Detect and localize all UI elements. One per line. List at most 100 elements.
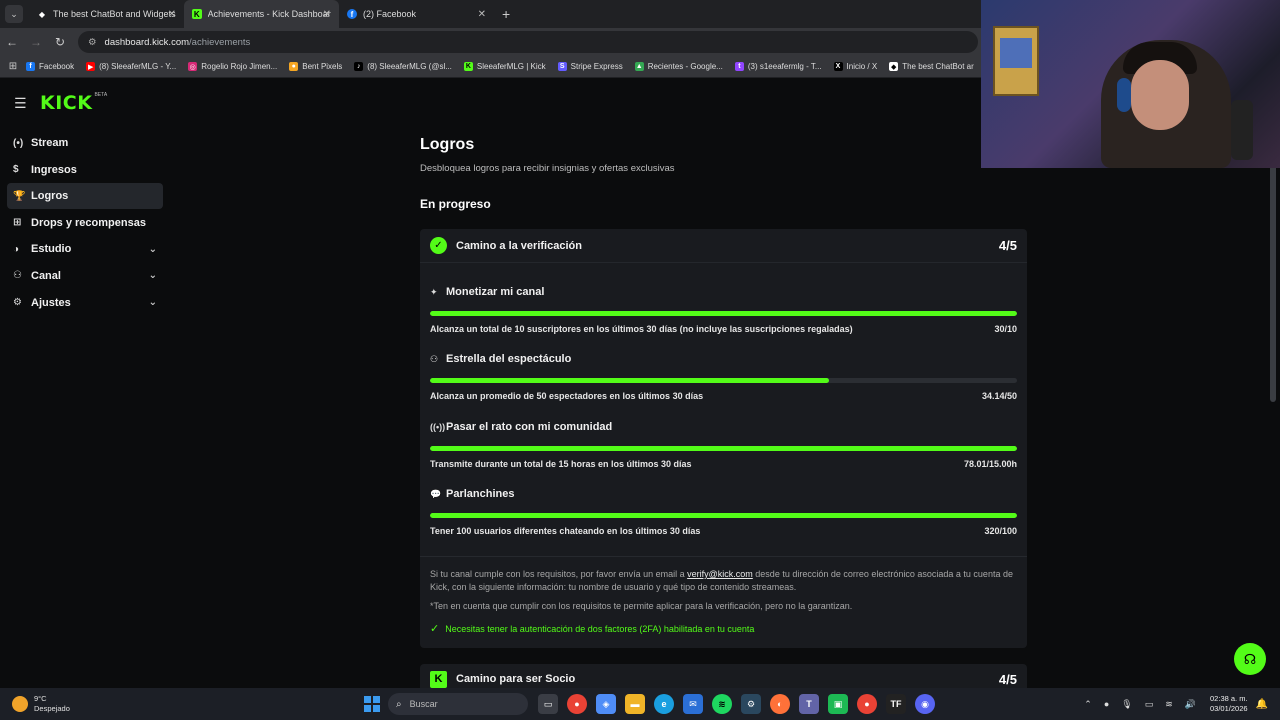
app-tf-icon[interactable]: TF — [886, 694, 906, 714]
task-value: 34.14/50 — [981, 391, 1017, 401]
chevron-down-icon[interactable]: ⌄ — [149, 297, 157, 308]
sidebar-item-drops[interactable]: ⊞ Drops y recompensas — [7, 210, 163, 236]
progress-fill — [430, 378, 830, 383]
chrome-icon[interactable]: ● — [567, 694, 587, 714]
bookmark-item[interactable]: ◆ The best ChatBot ar — [889, 62, 974, 71]
temperature: 9°C — [34, 694, 47, 703]
tab-facebook[interactable]: f (2) Facebook ✕ — [339, 0, 494, 28]
bookmark-item[interactable]: S Stripe Express — [557, 62, 623, 71]
bookmark-label: The best ChatBot ar — [902, 62, 974, 71]
taskbar-search[interactable]: ⌕ Buscar — [388, 693, 528, 715]
verification-note: Si tu canal cumple con los requisitos, p… — [430, 568, 1020, 594]
task-value: 30/10 — [994, 324, 1017, 334]
bookmark-label: (8) SleeaferMLG - Y... — [99, 62, 177, 71]
progress-bar — [430, 513, 1017, 518]
firefox-icon[interactable]: ◐ — [770, 694, 790, 714]
volume-icon[interactable]: 🔊 — [1185, 699, 1196, 710]
chevron-down-icon[interactable]: ⌄ — [149, 270, 157, 281]
card-header[interactable]: ✓ Camino a la verificación 4/5 — [420, 229, 1027, 263]
weather-condition: Despejado — [34, 704, 70, 713]
forward-icon[interactable]: → — [24, 35, 48, 49]
close-icon[interactable]: ✕ — [323, 9, 331, 20]
clock-time: 02:38 a. m. — [1210, 694, 1248, 703]
bookmark-item[interactable]: t (3) s1eeafermlg - T... — [734, 62, 822, 71]
bookmark-item[interactable]: ▲ Recientes - Google... — [634, 62, 723, 71]
bookmark-item[interactable]: ● Bent Pixels — [289, 62, 342, 71]
channel-icon: ⚇ — [13, 270, 22, 282]
twofa-text: Necesitas tener la autenticación de dos … — [445, 623, 755, 634]
tray-app-icon[interactable]: ● — [1104, 699, 1109, 709]
bookmark-item[interactable]: K SleeaferMLG | Kick — [463, 62, 546, 71]
bookmark-item[interactable]: f Facebook — [26, 62, 74, 71]
reload-icon[interactable]: ↻ — [48, 35, 72, 49]
bookmark-item[interactable]: ◎ Rogelio Rojo Jimen... — [188, 62, 277, 71]
bookmark-item[interactable]: X Inicio / X — [833, 62, 877, 71]
edge-icon[interactable]: e — [654, 694, 674, 714]
verified-badge-icon: ✓ — [430, 237, 447, 254]
file-explorer-icon[interactable]: ▬ — [625, 694, 645, 714]
copilot-icon[interactable]: ◈ — [596, 694, 616, 714]
support-chat-button[interactable]: ☊ — [1234, 643, 1266, 675]
hamburger-menu-icon[interactable]: ☰ — [14, 95, 40, 112]
bookmark-label: Bent Pixels — [302, 62, 343, 71]
system-tray: ⌃ ● 🎙 ▭ ≋ 🔊 — [1072, 699, 1196, 710]
new-tab-button[interactable]: + — [502, 6, 510, 22]
sidebar-item-stream[interactable]: (•) Stream — [7, 130, 163, 156]
teams-icon[interactable]: T — [799, 694, 819, 714]
weather-widget[interactable]: 9°C Despejado — [12, 694, 342, 714]
note-text: Si tu canal cumple con los requisitos, p… — [430, 569, 688, 579]
chevron-down-icon[interactable]: ⌄ — [149, 244, 157, 255]
app-icon[interactable]: ▣ — [828, 694, 848, 714]
back-icon[interactable]: ← — [0, 35, 24, 49]
header-logo-area: ☰ KICK BETA — [14, 92, 107, 114]
close-icon[interactable]: ✕ — [168, 9, 176, 20]
kick-logo[interactable]: KICK — [40, 92, 92, 114]
progress-bar — [430, 378, 1017, 383]
trophy-icon: 🏆 — [13, 190, 26, 202]
bookmark-item[interactable]: ♪ (8) SleeaferMLG (@sl... — [354, 62, 452, 71]
sidebar-item-ingresos[interactable]: $ Ingresos — [7, 157, 163, 183]
url-input[interactable]: ⚙ dashboard.kick.com/achievements — [78, 31, 978, 53]
task-description: Alcanza un promedio de 50 espectadores e… — [430, 391, 704, 401]
search-placeholder: Buscar — [409, 699, 438, 709]
task-item: 💬 Parlanchines Tener 100 usuarios diferen… — [430, 488, 1017, 536]
display-icon[interactable]: ▭ — [1145, 699, 1154, 710]
microphone-icon[interactable]: 🎙 — [1121, 699, 1132, 710]
chevron-up-icon[interactable]: ⌃ — [1084, 699, 1092, 710]
wifi-icon[interactable]: ≋ — [1165, 699, 1173, 710]
gift-icon: ⊞ — [13, 217, 22, 229]
notification-bell-icon[interactable]: 🔔 — [1256, 699, 1268, 710]
steam-icon[interactable]: ⚙ — [741, 694, 761, 714]
webcam-overlay — [981, 0, 1280, 168]
verification-disclaimer: *Ten en cuenta que cumplir con los requi… — [430, 601, 853, 611]
sidebar-item-canal[interactable]: ⚇ Canal ⌄ — [7, 263, 163, 289]
apps-grid-icon[interactable]: ⊞ — [0, 61, 26, 72]
windows-start-icon[interactable] — [364, 696, 380, 712]
tab-chatbot[interactable]: ◆ The best ChatBot and Widgets ✕ — [29, 0, 184, 28]
discord-icon[interactable]: ◉ — [915, 694, 935, 714]
spotify-icon[interactable]: ≋ — [712, 694, 732, 714]
tab-search-button[interactable]: ⌄ — [5, 5, 23, 23]
bookmark-item[interactable]: ▶ (8) SleeaferMLG - Y... — [86, 62, 176, 71]
sidebar-item-label: Estudio — [31, 243, 72, 256]
viewers-icon: ⚇ — [430, 353, 439, 364]
clock[interactable]: 02:38 a. m. 03/01/2026 — [1210, 694, 1248, 714]
sidebar-item-estudio[interactable]: ◑ Estudio ⌄ — [7, 236, 163, 262]
task-title: Parlanchines — [446, 488, 515, 500]
progress-fill — [430, 311, 1017, 316]
close-icon[interactable]: ✕ — [478, 9, 486, 20]
tab-achievements[interactable]: K Achievements - Kick Dashboard ✕ — [184, 0, 339, 28]
streamer-face — [1131, 60, 1189, 130]
site-info-icon[interactable]: ⚙ — [88, 37, 97, 48]
url-host: dashboard.kick.com — [104, 36, 190, 48]
chrome-icon[interactable]: ● — [857, 694, 877, 714]
task-view-icon[interactable]: ▭ — [538, 694, 558, 714]
task-description: Transmite durante un total de 15 horas e… — [430, 459, 692, 469]
bookmark-favicon-icon: ◆ — [889, 62, 899, 71]
sidebar-item-logros[interactable]: 🏆 Logros — [7, 183, 163, 210]
tab-label: Achievements - Kick Dashboard — [207, 9, 331, 19]
verify-email-link[interactable]: verify@kick.com — [687, 569, 753, 579]
sidebar-item-ajustes[interactable]: ⚙ Ajustes ⌄ — [7, 290, 163, 316]
mail-icon[interactable]: ✉ — [683, 694, 703, 714]
bookmark-label: Stripe Express — [570, 62, 623, 71]
